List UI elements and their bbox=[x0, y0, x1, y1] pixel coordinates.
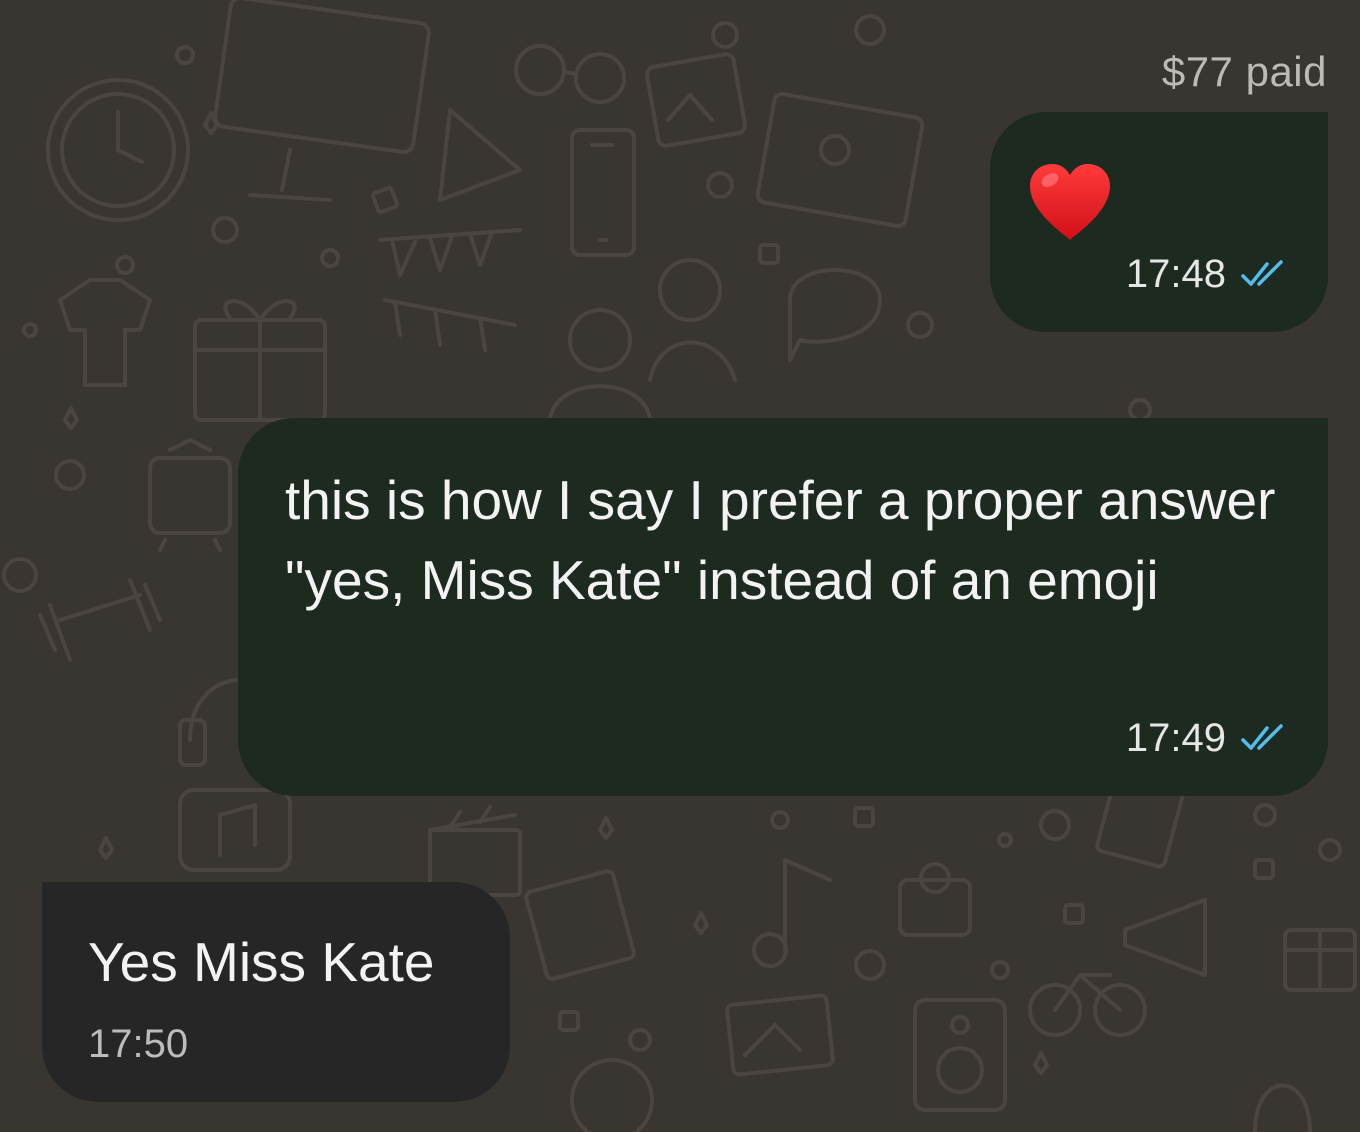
message-timestamp: 17:50 bbox=[88, 1022, 189, 1066]
message-bubble-incoming[interactable]: Yes Miss Kate 17:50 bbox=[42, 882, 510, 1102]
double-check-icon bbox=[1241, 260, 1283, 286]
message-bubble-outgoing[interactable]: 17:48 bbox=[990, 112, 1328, 332]
message-meta: 17:49 bbox=[1126, 718, 1286, 758]
message-text: this is how I say I prefer a proper answ… bbox=[285, 469, 1276, 611]
message-bubble-outgoing[interactable]: this is how I say I prefer a proper answ… bbox=[238, 418, 1328, 796]
payment-status-label: $77 paid bbox=[1161, 48, 1327, 95]
message-meta: 17:48 bbox=[1126, 254, 1286, 294]
double-check-icon bbox=[1241, 724, 1283, 750]
red-heart-icon bbox=[1030, 164, 1110, 240]
message-meta: 17:50 bbox=[88, 1024, 188, 1064]
message-timestamp: 17:49 bbox=[1125, 716, 1226, 760]
message-text: Yes Miss Kate bbox=[88, 931, 435, 993]
message-timestamp: 17:48 bbox=[1125, 252, 1226, 296]
